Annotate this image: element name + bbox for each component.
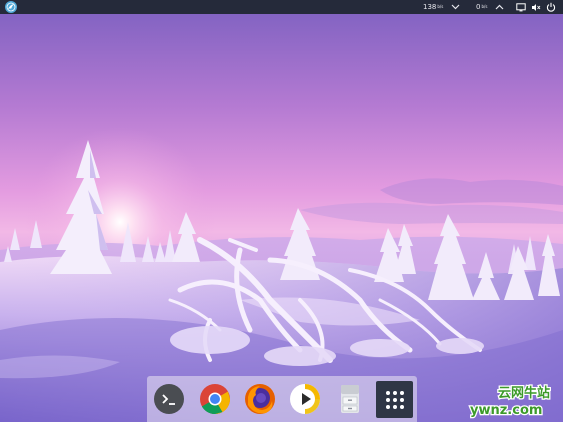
top-panel: 138b/s 0b/s: [0, 0, 563, 14]
file-manager-icon[interactable]: [334, 383, 366, 415]
power-icon[interactable]: [546, 2, 556, 12]
firefox-icon[interactable]: [244, 383, 276, 415]
download-speed-unit: b/s: [437, 4, 444, 9]
desktop-wallpaper: [0, 0, 563, 422]
upload-speed-value: 0: [476, 3, 481, 11]
deepin-launcher-icon[interactable]: [5, 1, 17, 13]
terminal-icon[interactable]: [153, 383, 185, 415]
watermark: 云网牛站 ywnz.com: [468, 381, 563, 422]
download-speed-value: 138: [423, 3, 437, 11]
arrow-down-icon: [450, 2, 460, 12]
volume-muted-icon[interactable]: [531, 2, 541, 12]
monitor-icon[interactable]: [516, 2, 526, 12]
chrome-icon[interactable]: [199, 383, 231, 415]
download-speed: 138b/s: [423, 0, 443, 14]
watermark-text: 云网牛站: [498, 385, 550, 401]
watermark-url: ywnz.com: [470, 403, 542, 418]
app-grid-icon[interactable]: [376, 381, 413, 418]
dock: [147, 376, 417, 422]
arrow-up-icon: [494, 2, 504, 12]
upload-speed: 0b/s: [476, 0, 487, 14]
media-player-icon[interactable]: [289, 383, 321, 415]
upload-speed-unit: b/s: [481, 4, 488, 9]
